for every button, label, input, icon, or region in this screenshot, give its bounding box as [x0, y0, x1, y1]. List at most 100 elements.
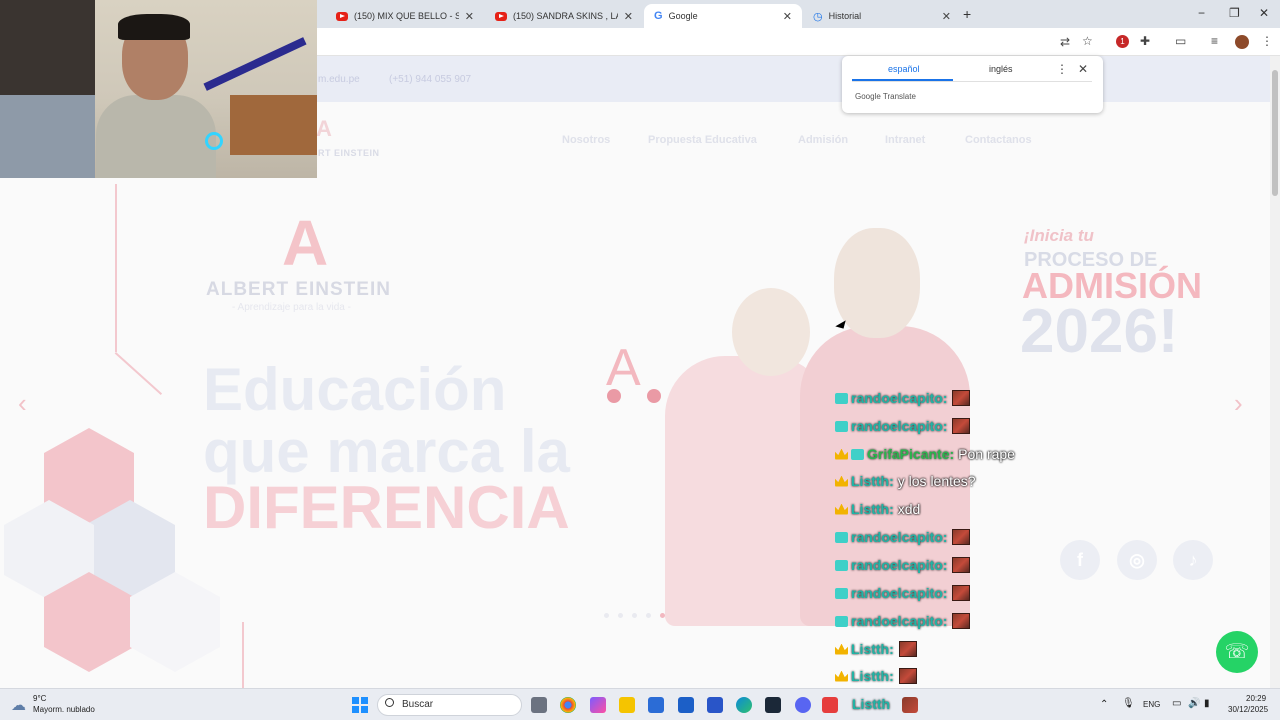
language-indicator[interactable]: ENG: [1143, 700, 1160, 709]
copilot-icon[interactable]: [590, 697, 606, 713]
carousel-dot[interactable]: [604, 613, 609, 618]
facebook-icon[interactable]: f: [1060, 540, 1100, 580]
site-phone[interactable]: (+51) 944 055 907: [389, 74, 471, 85]
minimize-button[interactable]: −: [1198, 6, 1205, 20]
close-icon[interactable]: ✕: [783, 10, 792, 23]
app-icon[interactable]: [822, 697, 838, 713]
chat-username: Listth:: [851, 641, 894, 657]
sub-badge-icon: [835, 531, 848, 543]
whatsapp-button[interactable]: ☏: [1216, 631, 1258, 673]
volume-icon[interactable]: 🔊: [1188, 698, 1200, 709]
chat-text: xdd: [897, 501, 921, 517]
chat-text: y los lentes?: [897, 473, 976, 489]
nav-admision[interactable]: Admisión: [798, 134, 848, 146]
cast-icon[interactable]: ▭: [1175, 34, 1186, 48]
hero-heading-line3: DIFERENCIA: [203, 474, 570, 541]
battery-icon[interactable]: ▮: [1204, 698, 1210, 709]
close-icon[interactable]: ✕: [1078, 62, 1088, 76]
crown-badge-icon: [835, 503, 848, 515]
translate-lang-english[interactable]: inglés: [989, 64, 1013, 74]
taskbar-search[interactable]: Buscar: [377, 694, 522, 716]
decor-dot: [607, 389, 621, 403]
tab-historial[interactable]: ◷ Historial ✕: [803, 4, 961, 28]
chat-username: randoelcapito:: [851, 613, 948, 629]
new-tab-button[interactable]: +: [963, 6, 971, 22]
chat-message: randoelcapito:: [835, 583, 971, 603]
carousel-dot-active[interactable]: [660, 613, 665, 618]
task-view-icon[interactable]: [531, 697, 547, 713]
carousel-dot[interactable]: [618, 613, 623, 618]
emote-icon: [952, 557, 971, 573]
dropbox-icon[interactable]: [707, 697, 723, 713]
windows-start-icon[interactable]: [352, 697, 368, 713]
restore-button[interactable]: ❐: [1229, 6, 1240, 20]
close-icon[interactable]: ✕: [624, 10, 633, 23]
tab-title: (150) MIX QUE BELLO - Son del: [354, 11, 459, 21]
chat-username: Listth:: [851, 473, 894, 489]
weather-cloud-icon[interactable]: ☁: [11, 696, 26, 714]
webcam-person-body: [96, 95, 216, 178]
carousel-dot[interactable]: [632, 613, 637, 618]
menu-icon[interactable]: ⋮: [1261, 34, 1273, 48]
windows-taskbar: ☁ 9°C Mayorm. nublado Buscar Listth ⌃ 🎙 …: [0, 688, 1280, 720]
crown-badge-icon: [835, 475, 848, 487]
network-icon[interactable]: ▭: [1172, 698, 1181, 709]
carousel-dots: [604, 605, 674, 623]
chat-username: randoelcapito:: [851, 557, 948, 573]
carousel-dot[interactable]: [646, 613, 651, 618]
site-logo-mark[interactable]: A: [316, 116, 332, 142]
chat-overlay-username: Listth: [852, 696, 891, 712]
more-icon[interactable]: ⋮: [1056, 62, 1068, 76]
edge-icon[interactable]: [736, 697, 752, 713]
microphone-icon[interactable]: 🎙: [1122, 698, 1135, 709]
tray-chevron-icon[interactable]: ⌃: [1100, 699, 1108, 710]
nav-propuesta[interactable]: Propuesta Educativa: [648, 134, 757, 146]
tab-youtube-sandra[interactable]: (150) SANDRA SKINS , LA STRE ✕: [485, 4, 643, 28]
close-icon[interactable]: ✕: [942, 10, 951, 23]
sub-badge-icon: [835, 392, 848, 404]
store-icon[interactable]: [648, 697, 664, 713]
hero-heading-line2: que marca la: [203, 418, 570, 485]
webcam-desk: [230, 95, 317, 155]
scrollbar-thumb[interactable]: [1272, 70, 1278, 196]
nav-nosotros[interactable]: Nosotros: [562, 134, 610, 146]
profile-avatar[interactable]: [1235, 35, 1249, 49]
chat-message: randoelcapito:: [835, 555, 971, 575]
chrome-icon[interactable]: [560, 697, 576, 713]
site-logo-name[interactable]: RT EINSTEIN: [318, 148, 380, 158]
close-icon[interactable]: ✕: [465, 10, 474, 23]
nav-contactanos[interactable]: Contactanos: [965, 134, 1032, 146]
extensions-icon[interactable]: ✚: [1140, 34, 1150, 48]
clock-time[interactable]: 20:29: [1246, 694, 1266, 703]
crown-badge-icon: [835, 670, 848, 682]
emote-icon: [952, 613, 971, 629]
translate-lang-spanish[interactable]: español: [888, 64, 920, 74]
chat-text: Pon rape: [958, 446, 1015, 462]
tab-youtube-mix[interactable]: (150) MIX QUE BELLO - Son del ✕: [326, 4, 484, 28]
file-explorer-icon[interactable]: [619, 697, 635, 713]
emote-icon: [952, 418, 971, 434]
instagram-icon[interactable]: ◎: [1117, 540, 1157, 580]
chat-message: Listth:: [835, 639, 917, 659]
decor-dot: [647, 389, 661, 403]
emote-icon: [902, 697, 918, 713]
translate-icon[interactable]: ⇄: [1060, 35, 1070, 49]
mail-icon[interactable]: [678, 697, 694, 713]
carousel-prev-icon[interactable]: ‹: [18, 388, 27, 419]
star-icon[interactable]: ☆: [1082, 34, 1093, 48]
weather-desc[interactable]: Mayorm. nublado: [33, 705, 95, 714]
media-icon[interactable]: ≡: [1211, 34, 1218, 48]
carousel-next-icon[interactable]: ›: [1234, 388, 1243, 419]
clock-date[interactable]: 30/12/2025: [1228, 705, 1268, 714]
youtube-icon: [336, 11, 348, 21]
tab-google[interactable]: G Google ✕: [644, 4, 802, 28]
weather-temp[interactable]: 9°C: [33, 694, 46, 703]
discord-icon[interactable]: [795, 697, 811, 713]
nav-intranet[interactable]: Intranet: [885, 134, 925, 146]
extension-badge-icon[interactable]: 1: [1116, 35, 1129, 48]
tiktok-icon[interactable]: ♪: [1173, 540, 1213, 580]
steam-icon[interactable]: [765, 697, 781, 713]
admission-kicker: ¡Inicia tu: [1024, 226, 1094, 245]
site-email[interactable]: m.edu.pe: [318, 74, 360, 85]
close-window-button[interactable]: ✕: [1259, 6, 1269, 20]
